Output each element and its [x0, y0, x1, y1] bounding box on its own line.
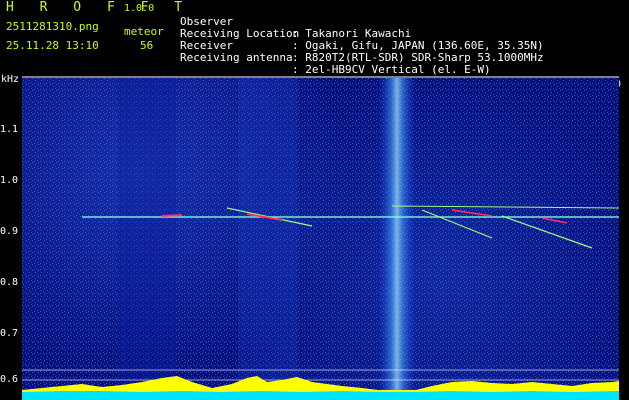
spectrogram-canvas	[22, 78, 619, 400]
capture-datetime: 25.11.28 13:10	[6, 39, 99, 52]
app-brand: H R O F F T	[6, 0, 192, 15]
lighter-band	[238, 78, 298, 388]
meteor-label: meteor	[124, 25, 164, 38]
level-trace-cyan	[22, 391, 619, 400]
meteor-echo	[161, 214, 183, 217]
y-tick-label: 0.7	[0, 328, 19, 339]
spectrogram-waterfall	[22, 78, 619, 400]
info-key: Receiving antenna	[180, 51, 293, 64]
y-tick-label: 1.0	[0, 175, 19, 186]
app-version: 1.0.0	[124, 3, 155, 14]
noise-texture	[22, 78, 619, 400]
info-value: : 2el-HB9CV Vertical (el. E-W)	[292, 63, 491, 76]
meteor-count: 56	[140, 39, 154, 52]
interference-column	[378, 78, 416, 390]
y-axis: 1.1 1.0 0.9 0.8 0.7 0.6	[0, 74, 22, 400]
y-tick-label: 0.9	[0, 226, 19, 237]
y-tick-label: 1.1	[0, 124, 19, 135]
file-name: 2511281310.png	[6, 20, 99, 33]
header-panel: H R O F F T 1.0.0 2511281310.png 25.11.2…	[0, 0, 629, 76]
y-tick-label: 0.8	[0, 277, 19, 288]
darker-band	[118, 78, 176, 388]
y-tick-label: 0.6	[0, 374, 19, 385]
